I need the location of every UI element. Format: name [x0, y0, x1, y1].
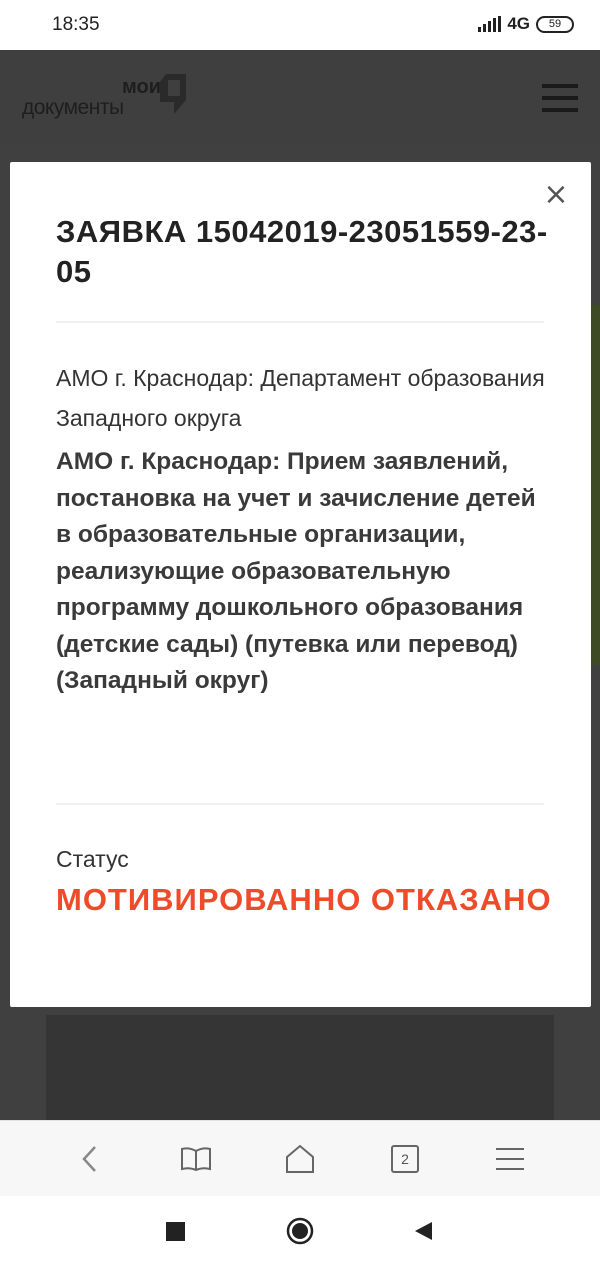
home-icon[interactable]	[282, 1141, 318, 1177]
logo-text-bottom: документы	[22, 96, 124, 119]
system-nav-bar	[0, 1196, 600, 1266]
battery-icon: 59	[536, 15, 574, 33]
logo[interactable]: мои документы	[22, 72, 192, 122]
status-value: МОТИВИРОВАННО ОТКАЗАНО	[56, 882, 552, 917]
tabs-icon[interactable]: 2	[387, 1141, 423, 1177]
service-name: АМО г. Краснодар: Прием заявлений, поста…	[56, 448, 536, 694]
back-icon[interactable]	[408, 1216, 438, 1246]
menu-icon[interactable]	[492, 1141, 528, 1177]
status-bar: 18:35 4G 59	[0, 0, 600, 50]
browser-toolbar: 2	[0, 1120, 600, 1196]
logo-mark-icon	[160, 74, 186, 114]
application-title: ЗАЯВКА 15042019-23051559-23-05	[56, 214, 548, 289]
network-type: 4G	[507, 14, 530, 33]
department-name: АМО г. Краснодар: Департамент образовани…	[56, 365, 545, 431]
divider	[56, 321, 544, 323]
signal-icon	[478, 16, 502, 32]
status-time: 18:35	[52, 14, 100, 35]
home-icon[interactable]	[285, 1216, 315, 1246]
divider	[56, 803, 544, 805]
tabs-count: 2	[391, 1145, 419, 1173]
background-accent	[590, 305, 600, 665]
menu-icon[interactable]	[542, 84, 578, 112]
bookmarks-icon[interactable]	[178, 1141, 214, 1177]
application-modal: × ЗАЯВКА 15042019-23051559-23-05 АМО г. …	[10, 162, 591, 1007]
back-icon[interactable]	[72, 1141, 108, 1177]
recent-apps-icon[interactable]	[160, 1216, 190, 1246]
close-icon[interactable]: ×	[543, 180, 569, 210]
status-indicators: 4G 59	[478, 14, 574, 34]
site-header: мои документы	[0, 50, 600, 145]
status-label: Статус	[56, 846, 129, 872]
